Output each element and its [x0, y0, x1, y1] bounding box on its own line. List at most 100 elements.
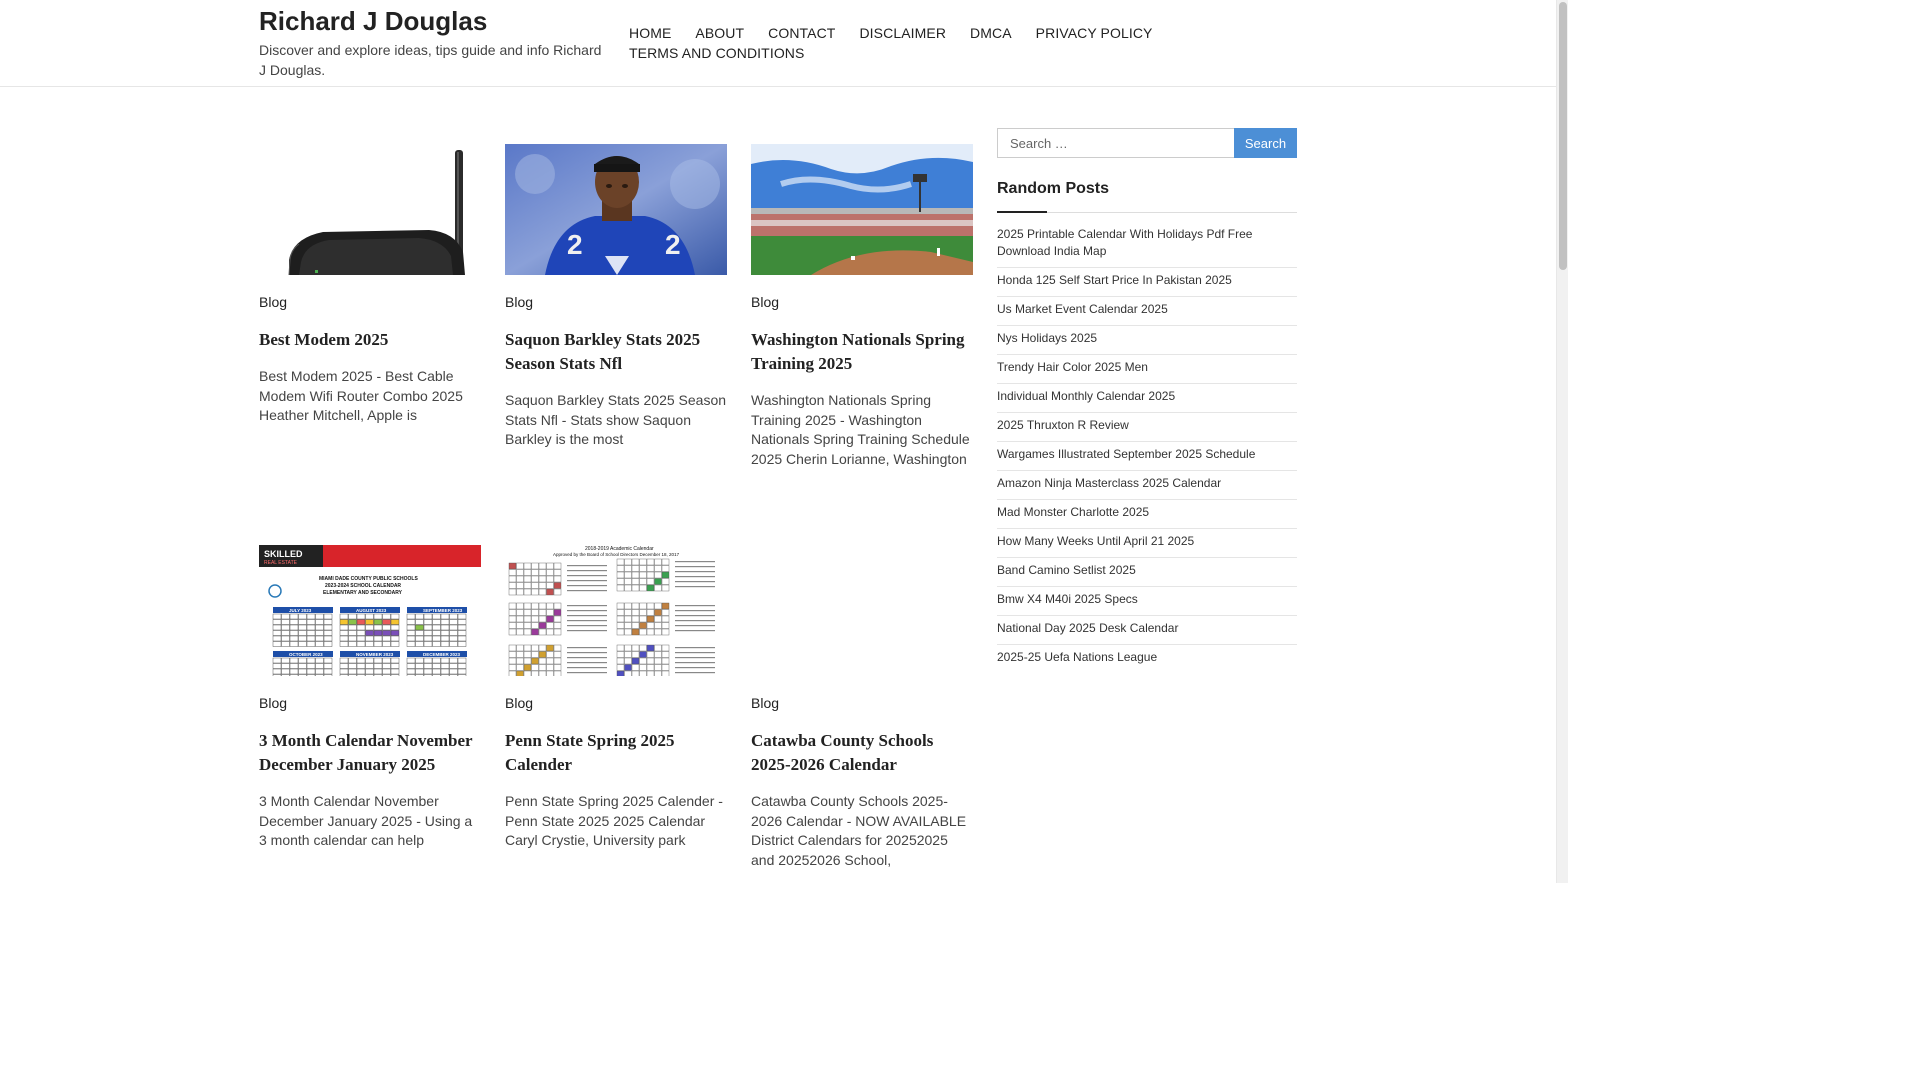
academic-note-line — [567, 580, 607, 582]
post-thumbnail-empty[interactable] — [751, 545, 973, 676]
nav-terms-and-conditions[interactable]: TERMS AND CONDITIONS — [629, 43, 804, 63]
calendar-day-cell — [315, 630, 324, 636]
calendar-day-cell — [373, 613, 383, 620]
post-title-link[interactable]: Best Modem 2025 — [259, 328, 481, 352]
calendar-day-cell — [356, 619, 366, 625]
academic-day-cell — [531, 569, 539, 576]
post-thumbnail-calendar[interactable]: SKILLED REAL ESTATE MIAMI DADE COUNTY PU… — [259, 545, 481, 676]
calendar-day-cell — [382, 635, 391, 642]
academic-note-line — [675, 615, 715, 617]
post-category-link[interactable]: Blog — [505, 695, 727, 711]
post-title-link[interactable]: Catawba County Schools 2025-2026 Calenda… — [751, 729, 973, 777]
academic-day-cell — [631, 657, 640, 665]
calendar-day-cell — [432, 624, 441, 631]
academic-day-cell — [646, 584, 655, 592]
nav-privacy-policy[interactable]: PRIVACY POLICY — [1036, 23, 1153, 43]
academic-note-line — [567, 590, 607, 592]
post-category-link[interactable]: Blog — [751, 695, 973, 711]
calendar-headline: MIAMI DADE COUNTY PUBLIC SCHOOLS — [319, 576, 418, 582]
scrollbar-thumb[interactable] — [1559, 2, 1567, 270]
page-scrollbar[interactable] — [1556, 0, 1568, 883]
calendar-day-cell — [449, 641, 458, 647]
random-post-link[interactable]: Amazon Ninja Masterclass 2025 Calendar — [997, 475, 1297, 492]
post-title-link[interactable]: Washington Nationals Spring Training 202… — [751, 328, 973, 376]
post-thumbnail-academic-calendar[interactable]: 2018-2019 Academic Calendar Approved by … — [505, 545, 727, 676]
widget-divider — [997, 211, 1297, 213]
academic-day-cell — [516, 609, 524, 616]
post-excerpt: Washington Nationals Spring Training 202… — [751, 392, 970, 467]
academic-day-cell — [624, 609, 632, 616]
random-post-link[interactable]: 2025 Printable Calendar With Holidays Pd… — [997, 226, 1297, 260]
academic-day-cell — [546, 609, 554, 616]
list-item: Nys Holidays 2025 — [997, 326, 1297, 355]
search-button[interactable]: Search — [1234, 128, 1297, 158]
calendar-day-cell — [298, 624, 307, 631]
post-category-link[interactable]: Blog — [259, 695, 481, 711]
calendar-day-cell — [449, 624, 458, 631]
academic-note-line — [675, 625, 715, 627]
calendar-day-cell — [440, 641, 450, 647]
calendar-day-cell — [289, 624, 299, 631]
nav-home[interactable]: HOME — [629, 23, 671, 43]
post-category-link[interactable]: Blog — [259, 294, 481, 310]
calendar-day-cell — [315, 668, 324, 675]
post-title-link[interactable]: 3 Month Calendar November December Janua… — [259, 729, 481, 777]
site-title[interactable]: Richard J Douglas — [259, 6, 487, 37]
academic-day-cell — [654, 644, 662, 652]
academic-day-cell — [516, 651, 524, 658]
random-post-link[interactable]: Band Camino Setlist 2025 — [997, 562, 1297, 579]
random-post-link[interactable]: Mad Monster Charlotte 2025 — [997, 504, 1297, 521]
post-thumbnail-stadium[interactable] — [751, 144, 973, 275]
post-thumbnail-player[interactable]: 2 2 — [505, 144, 727, 275]
calendar-day-cell — [382, 630, 391, 636]
search-form: Search — [997, 128, 1297, 158]
academic-day-cell — [538, 588, 547, 596]
list-item: Mad Monster Charlotte 2025 — [997, 500, 1297, 529]
post-excerpt: Catawba County Schools 2025-2026 Calenda… — [751, 793, 967, 868]
nav-disclaimer[interactable]: DISCLAIMER — [859, 23, 946, 43]
academic-day-cell — [523, 657, 532, 665]
academic-day-cell — [546, 657, 554, 665]
calendar-day-cell — [440, 613, 450, 620]
calendar-day-cell — [390, 624, 400, 631]
post-title-link[interactable]: Penn State Spring 2025 Calender — [505, 729, 727, 777]
calendar-day-cell — [373, 668, 383, 675]
random-post-link[interactable]: 2025-25 Uefa Nations League — [997, 649, 1297, 666]
calendar-month-label: SEPTEMBER 2023 — [423, 608, 463, 613]
random-post-link[interactable]: Bmw X4 M40i 2025 Specs — [997, 591, 1297, 608]
calendar-day-cell — [457, 641, 467, 647]
nav-contact[interactable]: CONTACT — [768, 23, 835, 43]
calendar-day-cell — [390, 619, 400, 625]
academic-day-cell — [631, 644, 640, 652]
nav-about[interactable]: ABOUT — [695, 23, 744, 43]
academic-note-line — [567, 667, 607, 669]
calendar-day-cell — [382, 657, 391, 664]
academic-note-line — [675, 647, 715, 649]
nav-dmca[interactable]: DMCA — [970, 23, 1012, 43]
calendar-day-cell — [356, 674, 366, 676]
calendar-day-cell — [390, 668, 400, 675]
random-post-link[interactable]: National Day 2025 Desk Calendar — [997, 620, 1297, 637]
post-thumbnail-modem[interactable] — [259, 144, 481, 275]
academic-day-cell — [639, 558, 647, 566]
random-post-link[interactable]: Trendy Hair Color 2025 Men — [997, 359, 1297, 376]
academic-day-cell — [654, 578, 662, 585]
random-post-link[interactable]: Individual Monthly Calendar 2025 — [997, 388, 1297, 405]
academic-day-cell — [523, 575, 532, 583]
post-category-link[interactable]: Blog — [505, 294, 727, 310]
post-title-link[interactable]: Saquon Barkley Stats 2025 Season Stats N… — [505, 328, 727, 376]
calendar-day-cell — [272, 674, 282, 676]
calendar-day-cell — [432, 641, 441, 647]
academic-day-cell — [531, 562, 539, 570]
academic-day-cell — [553, 670, 562, 676]
calendar-day-cell — [449, 668, 458, 675]
random-post-link[interactable]: How Many Weeks Until April 21 2025 — [997, 533, 1297, 550]
random-post-link[interactable]: 2025 Thruxton R Review — [997, 417, 1297, 434]
academic-day-cell — [631, 578, 640, 585]
search-input[interactable] — [997, 128, 1234, 158]
random-post-link[interactable]: Us Market Event Calendar 2025 — [997, 301, 1297, 318]
random-post-link[interactable]: Nys Holidays 2025 — [997, 330, 1297, 347]
post-category-link[interactable]: Blog — [751, 294, 973, 310]
random-post-link[interactable]: Honda 125 Self Start Price In Pakistan 2… — [997, 272, 1297, 289]
random-post-link[interactable]: Wargames Illustrated September 2025 Sche… — [997, 446, 1297, 463]
